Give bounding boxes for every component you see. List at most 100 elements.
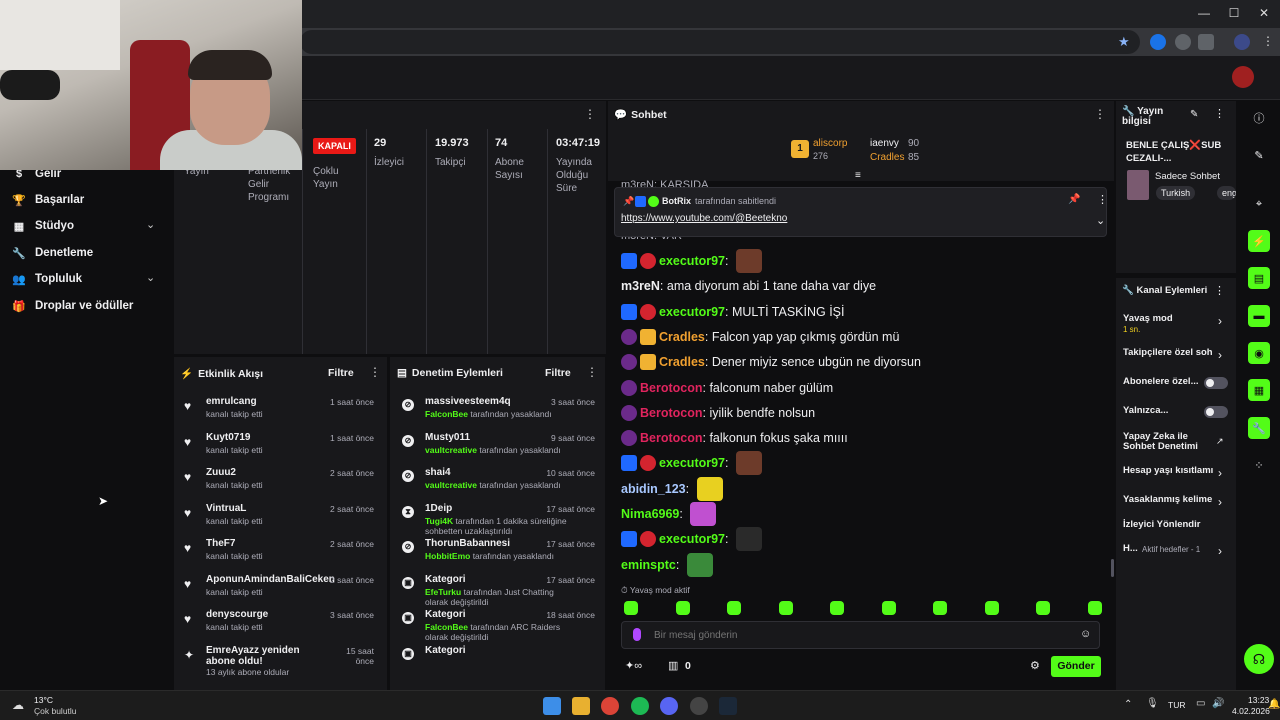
chat-username[interactable]: Berotocon <box>640 431 703 445</box>
weather-desc[interactable]: Çok bulutlu <box>34 706 77 716</box>
chat-input-box[interactable]: ☺ <box>621 621 1100 649</box>
chat-message[interactable]: Cradles: Falcon yap yap çıkmış gördün mü <box>621 325 899 349</box>
chat-message[interactable]: executor97: MULTİ TASKİNG İŞİ <box>621 300 845 324</box>
category-thumbnail[interactable] <box>1127 170 1149 200</box>
document-icon[interactable]: ▤ <box>1248 267 1270 289</box>
chat-message[interactable]: Cradles: Dener miyiz sence ubgün ne diyo… <box>621 350 921 374</box>
chat-username[interactable]: Cradles <box>659 330 705 344</box>
chat-username[interactable]: Berotocon <box>640 406 703 420</box>
edit-pencil-icon[interactable]: ✎ <box>1190 109 1198 120</box>
nav-item-community[interactable]: 👥 Topluluk <box>12 269 82 289</box>
chat-bubble-icon[interactable]: ▬ <box>1248 305 1270 327</box>
more-options-icon[interactable]: ⋮ <box>586 365 598 379</box>
chat-message[interactable]: m3reN: ama diyorum abi 1 tane daha var d… <box>621 274 876 298</box>
chat-message[interactable]: eminsptc: <box>621 552 713 577</box>
activity-item[interactable]: ♥ AponunAmindanBaliCeken kanalı takip etti… <box>174 574 384 608</box>
chat-username[interactable]: executor97 <box>659 254 725 268</box>
notification-icon[interactable]: 🔔 <box>1268 699 1280 710</box>
puzzle-icon[interactable] <box>1198 34 1214 50</box>
activity-item[interactable]: ♥ VintruaL kanalı takip etti 2 saat önce <box>174 503 384 537</box>
extension-icon[interactable] <box>1150 34 1166 50</box>
nav-item-studio[interactable]: ▦ Stüdyo <box>12 216 74 236</box>
bookmark-star-icon[interactable]: ★ <box>1118 34 1130 50</box>
emote-icon[interactable] <box>933 601 947 615</box>
activity-item[interactable]: ♥ Zuuu2 kanalı takip etti 2 saat önce <box>174 467 384 501</box>
more-options-icon[interactable]: ⋮ <box>1214 284 1225 297</box>
more-options-icon[interactable]: ⋮ <box>1097 193 1108 206</box>
microphone-icon[interactable] <box>633 628 641 641</box>
tag-chip[interactable]: eng <box>1217 186 1236 200</box>
windows-start-icon[interactable] <box>543 697 561 715</box>
chat-message[interactable]: Berotocon: falconum naber gülüm <box>621 376 833 400</box>
file-explorer-icon[interactable] <box>572 697 590 715</box>
edit-pencil-icon[interactable]: ✎ <box>1248 144 1270 166</box>
emoji-icon[interactable]: ☺ <box>1080 628 1091 640</box>
chat-username[interactable]: executor97 <box>659 532 725 546</box>
lightning-icon[interactable]: ⚡ <box>1248 230 1270 252</box>
leader-name[interactable]: aliscorp <box>813 138 847 149</box>
filter-button[interactable]: Filtre <box>545 367 571 379</box>
steam-icon[interactable] <box>719 697 737 715</box>
moderation-item[interactable]: ⊘ Musty011 vaultcreative tarafından yasakl… <box>390 432 605 466</box>
weather-temp[interactable]: 13°C <box>34 695 53 705</box>
obs-icon[interactable] <box>690 697 708 715</box>
chevron-up-icon[interactable]: ⌃ <box>1124 699 1132 710</box>
moderation-item[interactable]: ⊘ massiveesteem4q FalconBee tarafından yas… <box>390 396 605 430</box>
menu-icon[interactable]: ⋮ <box>1262 34 1274 48</box>
network-icon[interactable]: ▭ <box>1196 698 1205 709</box>
channel-points-icon[interactable]: ✦∞ <box>625 659 642 672</box>
pinned-message[interactable]: 📌 BotRix tarafından sabitlendi https://w… <box>614 187 1108 237</box>
chevron-right-icon[interactable]: › <box>1218 348 1222 362</box>
chat-message[interactable]: executor97: <box>621 451 762 476</box>
toggle-switch[interactable] <box>1204 406 1228 418</box>
extension-icon[interactable] <box>1175 34 1191 50</box>
filter-button[interactable]: Filtre <box>328 367 354 379</box>
chat-username[interactable]: eminsptc <box>621 558 676 572</box>
discord-icon[interactable] <box>660 697 678 715</box>
moderation-item[interactable]: ⊘ ThorunBabannesi HobbitEmo tarafından yas… <box>390 538 605 572</box>
emote-icon[interactable] <box>984 601 999 615</box>
user-avatar[interactable] <box>1232 66 1254 88</box>
chevron-right-icon[interactable]: › <box>1218 495 1222 509</box>
leader-name[interactable]: iaenvy <box>870 138 899 149</box>
emote-icon[interactable] <box>1087 601 1102 615</box>
emote-icon[interactable] <box>881 601 896 615</box>
wrench-icon[interactable]: 🔧 <box>1248 417 1270 439</box>
chat-message[interactable]: abidin_123: <box>621 476 723 501</box>
weather-icon[interactable]: ☁ <box>12 698 24 712</box>
more-options-icon[interactable]: ⋮ <box>1094 107 1106 121</box>
chat-username[interactable]: m3reN <box>621 279 660 293</box>
chat-message-input[interactable] <box>654 626 1054 644</box>
emote-icon[interactable] <box>675 601 690 615</box>
info-icon[interactable]: ⓘ <box>1248 107 1270 129</box>
emote-icon[interactable] <box>624 601 638 615</box>
pin-icon[interactable]: 📌 <box>1068 194 1080 205</box>
volume-icon[interactable]: 🔊 <box>1212 698 1224 709</box>
chat-username[interactable]: executor97 <box>659 456 725 470</box>
close-button[interactable]: ✕ <box>1254 6 1274 20</box>
activity-item[interactable]: ♥ emrulcang kanalı takip etti 1 saat önce <box>174 396 384 430</box>
chat-username[interactable]: Berotocon <box>640 381 703 395</box>
nav-item-drops[interactable]: 🎁 Droplar ve ödüller <box>12 296 133 316</box>
broadcast-icon[interactable]: ◉ <box>1248 342 1270 364</box>
spotify-icon[interactable] <box>631 697 649 715</box>
add-widget-icon[interactable]: ⁘ <box>1248 454 1270 476</box>
tag-chip[interactable]: Turkish <box>1156 186 1196 200</box>
clock-date[interactable]: 4.02.2026 <box>1232 706 1270 716</box>
pinned-link[interactable]: https://www.youtube.com/@Beetekno <box>621 213 787 224</box>
collapse-icon[interactable]: ≡ <box>855 170 861 181</box>
activity-item[interactable]: ♥ Kuyt0719 kanalı takip etti 1 saat önce <box>174 432 384 466</box>
nav-item-moderation[interactable]: 🔧 Denetleme <box>12 243 93 263</box>
nav-item-achievements[interactable]: 🏆 Başarılar <box>12 190 84 210</box>
moderation-item[interactable]: ▣ Kategori <box>390 645 605 679</box>
activity-item[interactable]: ✦ EmreAyazz yeniden abone oldu! 13 aylık a… <box>174 645 384 679</box>
emote-icon[interactable] <box>830 601 844 615</box>
activity-item[interactable]: ♥ TheF7 kanalı takip etti 2 saat önce <box>174 538 384 572</box>
minimize-button[interactable]: — <box>1194 6 1214 20</box>
moderation-item[interactable]: ▣ Kategori EfeTurku tarafından Just Chatti… <box>390 574 605 608</box>
chat-message[interactable]: Berotocon: falkonun fokus şaka mıııı <box>621 426 848 450</box>
chevron-right-icon[interactable]: › <box>1218 466 1222 480</box>
emote-icon[interactable] <box>727 601 741 615</box>
chat-message[interactable]: Nima6969: <box>621 502 717 526</box>
activity-item[interactable]: ♥ denyscourge kanalı takip etti 3 saat önce <box>174 609 384 643</box>
